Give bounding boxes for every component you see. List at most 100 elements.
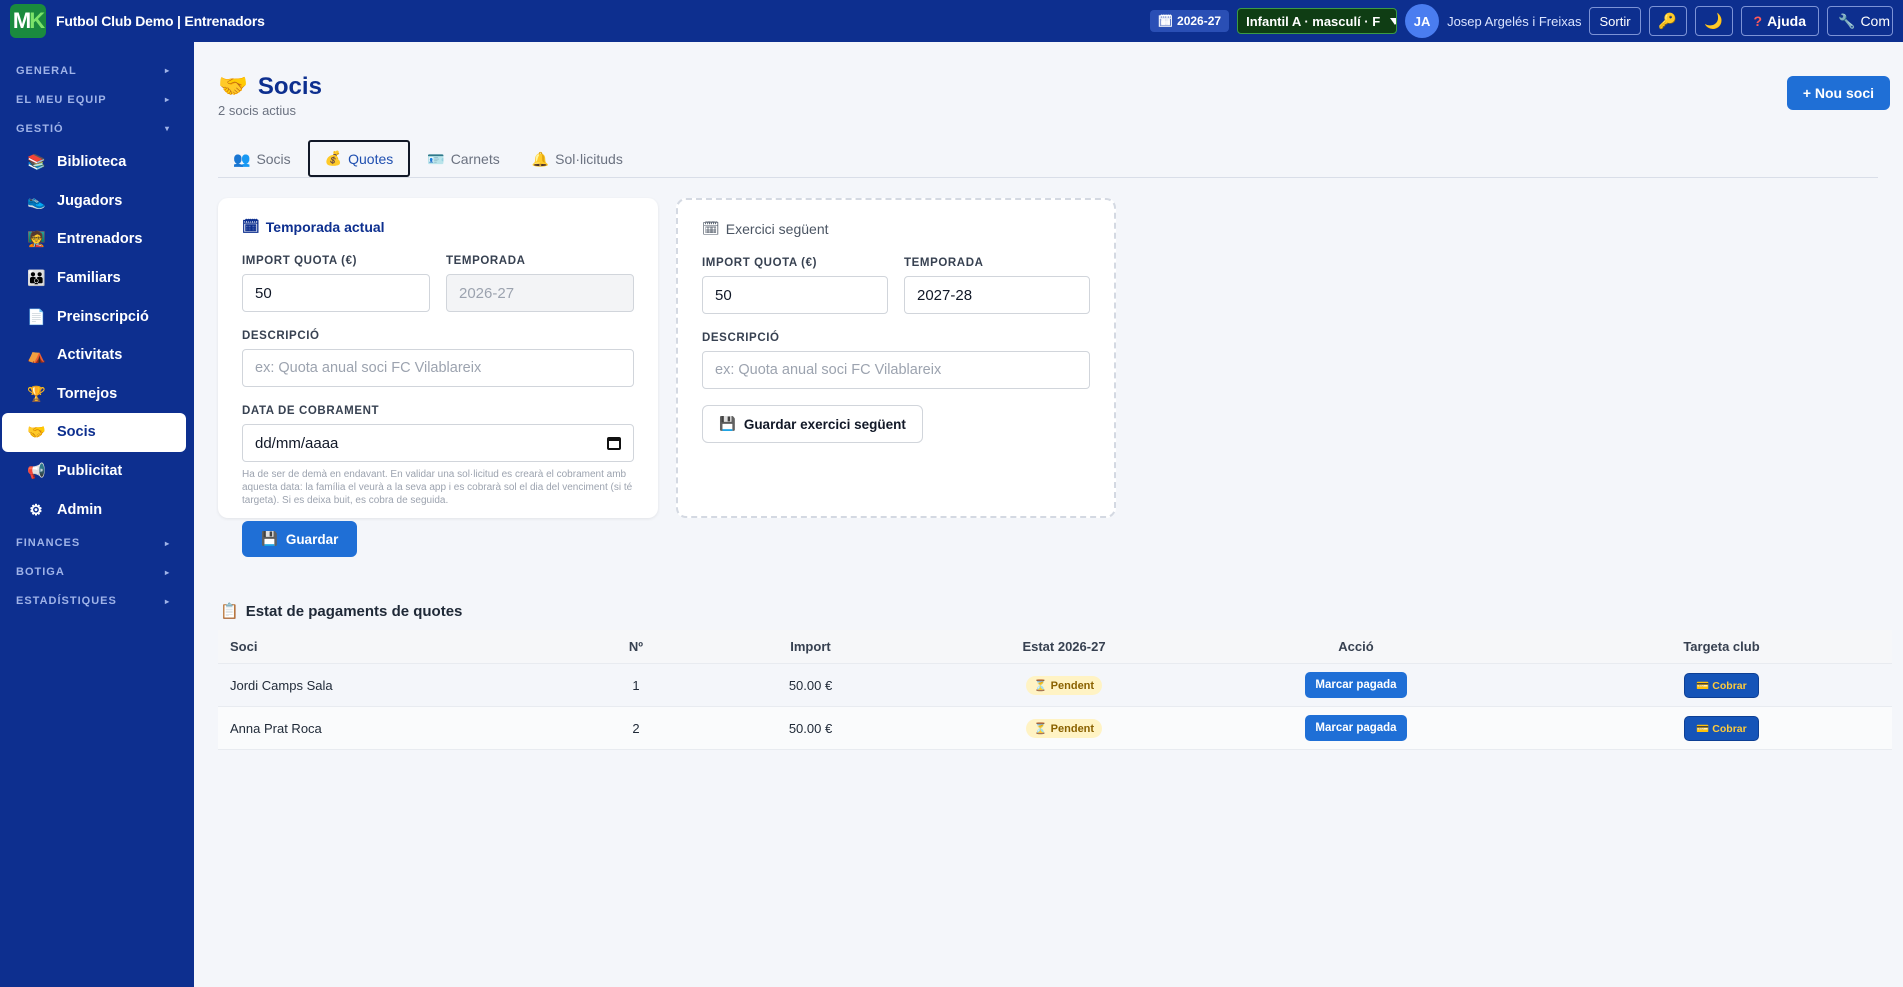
team-select-value: Infantil A · masculí · F xyxy=(1246,13,1381,29)
sidebar-item-jugadors[interactable]: 👟 Jugadors xyxy=(2,182,186,221)
app-title: Futbol Club Demo | Entrenadors xyxy=(56,13,265,29)
status-badge: ⏳ Pendent xyxy=(1025,718,1103,738)
fee-input[interactable]: 50 xyxy=(242,274,430,312)
sidebar-item-socis[interactable]: 🤝 Socis xyxy=(2,413,186,452)
clipboard-icon: 📋 xyxy=(220,603,239,620)
description-label: DESCRIPCIÓ xyxy=(242,330,320,342)
tab-socis[interactable]: 👥 Socis xyxy=(218,141,306,177)
tab-quotes[interactable]: 💰 Quotes xyxy=(307,140,411,177)
current-season-title: 🗓 Temporada actual xyxy=(242,218,385,235)
key-button[interactable]: 🔑 xyxy=(1648,6,1687,36)
chevron-right-icon: ▸ xyxy=(164,538,170,548)
chevron-right-icon: ▸ xyxy=(164,66,170,75)
coach-icon: 🧑‍🏫 xyxy=(27,231,46,249)
sidebar-item-tornejos[interactable]: 🏆 Tornejos xyxy=(2,375,186,414)
next-season-input[interactable]: 2027-28 xyxy=(904,276,1090,314)
new-member-button[interactable]: + Nou soci xyxy=(1786,76,1890,110)
sidebar-section-team[interactable]: EL MEU EQUIP ▸ xyxy=(0,85,194,114)
user-name: Josep Argelés i Freixas xyxy=(1447,13,1582,29)
save-next-season-button[interactable]: 💾 Guardar exercici següent xyxy=(702,405,923,443)
save-button[interactable]: 💾 Guardar xyxy=(242,521,358,557)
document-icon: 📄 xyxy=(27,308,46,326)
credit-card-icon: 💳 xyxy=(1696,722,1710,735)
floppy-disk-icon: 💾 xyxy=(719,416,736,431)
main-content: 🤝 Socis 2 socis actius + Nou soci 👥 Socis… xyxy=(194,42,1903,987)
calendar-icon: 🗓 xyxy=(702,220,720,236)
hourglass-icon: ⏳ xyxy=(1033,679,1048,692)
tab-carnets[interactable]: 🪪 Carnets xyxy=(412,141,514,177)
dark-mode-button[interactable]: 🌙 xyxy=(1694,6,1733,36)
sidebar-section-finances[interactable]: FINANCES ▸ xyxy=(0,529,194,558)
help-button[interactable]: ? Ajuda xyxy=(1740,6,1819,36)
tab-bar: 👥 Socis 💰 Quotes 🪪 Carnets 🔔 Sol·licituds xyxy=(218,140,1878,178)
mark-paid-button[interactable]: Marcar pagada xyxy=(1305,715,1407,741)
next-fee-input[interactable]: 50 xyxy=(702,276,888,314)
column-header[interactable]: Estat 2026-27 xyxy=(967,639,1161,654)
sidebar-item-preinscripcio[interactable]: 📄 Preinscripció xyxy=(2,297,186,336)
column-header: Targeta club xyxy=(1683,639,1760,654)
app-logo[interactable]: MK xyxy=(10,4,46,38)
table-header: Soci Nº Import Estat 2026-27 Acció Targe… xyxy=(218,630,1892,664)
charge-card-button[interactable]: 💳 Cobrar xyxy=(1684,672,1759,698)
com-label: Com xyxy=(1860,13,1890,29)
calendar-picker-icon[interactable] xyxy=(607,436,621,450)
sidebar-item-biblioteca[interactable]: 📚 Biblioteca xyxy=(2,143,186,182)
sidebar-section-gestio[interactable]: GESTIÓ ▾ xyxy=(0,114,194,143)
member-number: 2 xyxy=(632,720,640,736)
next-description-label: DESCRIPCIÓ xyxy=(702,332,780,344)
next-season-label: TEMPORADA xyxy=(904,257,984,269)
description-input[interactable]: ex: Quota anual soci FC Vilablareix xyxy=(242,349,634,387)
help-label: Ajuda xyxy=(1767,13,1806,29)
next-fee-label: IMPORT QUOTA (€) xyxy=(702,257,818,269)
column-header: Acció xyxy=(1338,639,1374,654)
com-button[interactable]: 🔧 Com xyxy=(1827,6,1893,36)
calendar-icon: 🗓 xyxy=(242,218,260,234)
sidebar-item-entrenadors[interactable]: 🧑‍🏫 Entrenadors xyxy=(2,220,186,259)
payments-table: Soci Nº Import Estat 2026-27 Acció Targe… xyxy=(218,630,1892,750)
page-subtitle: 2 socis actius xyxy=(218,103,297,118)
sidebar-section-botiga[interactable]: BOTIGA ▸ xyxy=(0,558,194,587)
sidebar-item-admin[interactable]: ⚙ Admin xyxy=(2,490,186,529)
hourglass-icon: ⏳ xyxy=(1033,722,1048,735)
column-header[interactable]: Soci xyxy=(218,639,618,654)
top-bar: MK Futbol Club Demo | Entrenadors 🗓 2026… xyxy=(0,0,1903,42)
season-chip[interactable]: 🗓 2026-27 xyxy=(1149,10,1230,32)
column-header[interactable]: Import xyxy=(654,639,967,654)
member-amount: 50.00 € xyxy=(788,677,833,693)
mark-paid-button[interactable]: Marcar pagada xyxy=(1305,672,1407,698)
moon-icon: 🌙 xyxy=(1704,13,1723,30)
member-name: Jordi Camps Sala xyxy=(230,677,333,693)
charge-date-input[interactable]: dd/mm/aaaa xyxy=(242,424,634,462)
sidebar-item-familiars[interactable]: 👪 Familiars xyxy=(2,259,186,298)
sidebar: GENERAL ▸ EL MEU EQUIP ▸ GESTIÓ ▾ 📚 Bibliote… xyxy=(0,42,194,987)
charge-card-button[interactable]: 💳 Cobrar xyxy=(1684,715,1759,741)
logout-button[interactable]: Sortir xyxy=(1589,7,1641,35)
money-bag-icon: 💰 xyxy=(324,150,343,166)
gear-icon: ⚙ xyxy=(29,501,43,519)
wrench-icon: 🔧 xyxy=(1838,12,1856,29)
table-row: Anna Prat Roca 2 50.00 € ⏳ Pendent Marca… xyxy=(218,707,1892,750)
tab-sollicituds[interactable]: 🔔 Sol·licituds xyxy=(517,141,638,177)
avatar[interactable]: JA xyxy=(1405,4,1440,38)
column-header[interactable]: Nº xyxy=(618,639,654,654)
dropdown-arrow-icon xyxy=(1390,17,1397,25)
sidebar-section-stats[interactable]: ESTADÍSTIQUES ▸ xyxy=(0,587,194,616)
key-icon: 🔑 xyxy=(1658,13,1677,30)
megaphone-icon: 📢 xyxy=(27,463,46,481)
family-icon: 👪 xyxy=(27,270,46,288)
sidebar-item-publicitat[interactable]: 📢 Publicitat xyxy=(2,452,186,491)
season-label: TEMPORADA xyxy=(446,255,526,267)
next-description-input[interactable]: ex: Quota anual soci FC Vilablareix xyxy=(702,351,1090,389)
question-icon: ? xyxy=(1753,13,1763,29)
chevron-right-icon: ▸ xyxy=(164,567,170,577)
chevron-down-icon: ▾ xyxy=(164,124,170,133)
boot-icon: 👟 xyxy=(27,192,46,210)
current-season-card: 🗓 Temporada actual IMPORT QUOTA (€) 50 T… xyxy=(218,198,658,557)
handshake-icon: 🤝 xyxy=(218,73,248,100)
sidebar-section-general[interactable]: GENERAL ▸ xyxy=(0,56,194,85)
member-name: Anna Prat Roca xyxy=(230,720,322,736)
next-season-card: 🗓 Exercici següent IMPORT QUOTA (€) 50 T… xyxy=(676,198,1116,518)
team-select[interactable]: Infantil A · masculí · F xyxy=(1237,8,1398,34)
sidebar-item-activitats[interactable]: ⛺ Activitats xyxy=(2,336,186,375)
member-number: 1 xyxy=(632,677,640,693)
